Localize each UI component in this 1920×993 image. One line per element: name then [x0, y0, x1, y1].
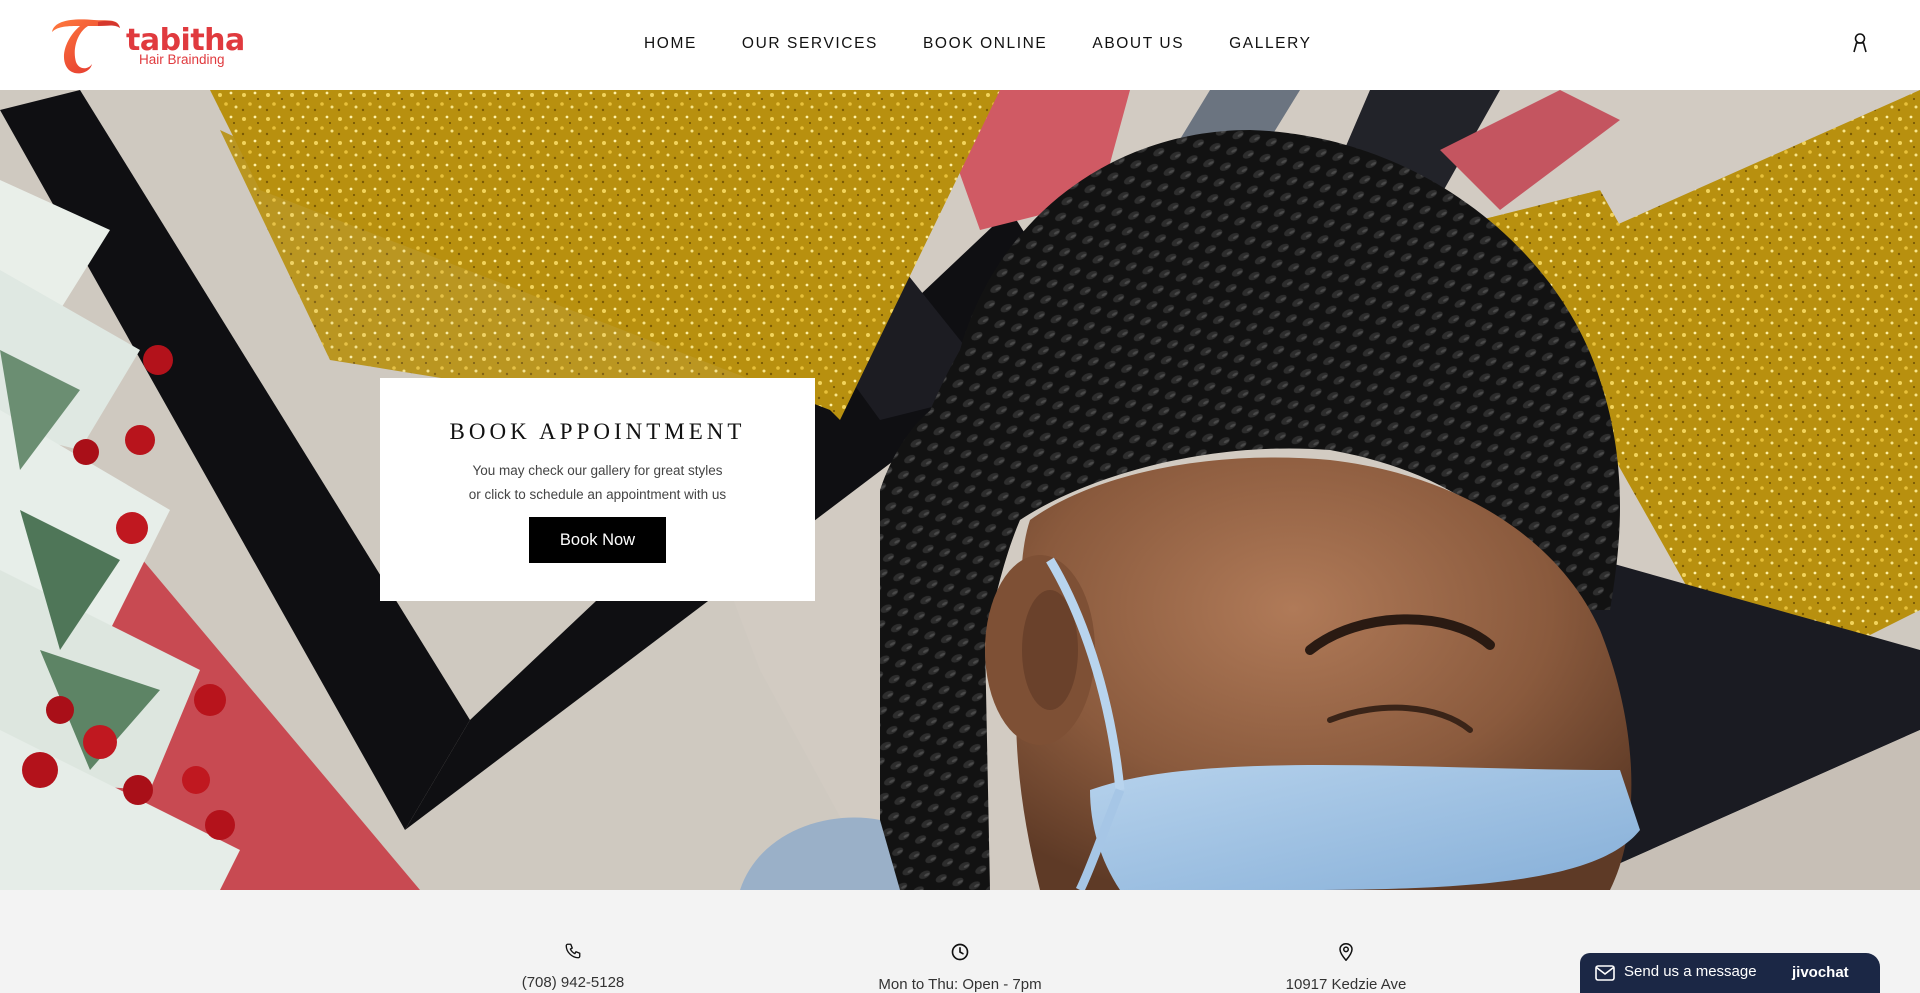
- book-appointment-description: You may check our gallery for great styl…: [380, 459, 815, 507]
- phone-icon: [473, 942, 673, 960]
- logo-tagline: Hair Brainding: [139, 52, 225, 67]
- location-pin-icon: [1246, 942, 1446, 962]
- info-address[interactable]: 10917 Kedzie Ave: [1246, 942, 1446, 993]
- nav-home[interactable]: HOME: [644, 35, 697, 53]
- nav-about-us[interactable]: ABOUT US: [1092, 35, 1184, 53]
- nav-gallery[interactable]: GALLERY: [1229, 35, 1311, 53]
- clock-icon: [860, 942, 1060, 962]
- logo-t-mark-icon: [52, 19, 120, 74]
- info-hours-text: Mon to Thu: Open - 7pm: [878, 976, 1042, 993]
- chat-brand: jivochat: [1792, 964, 1849, 981]
- site-header: tabitha Hair Brainding HOME OUR SERVICES…: [0, 0, 1920, 90]
- book-appointment-card: BOOK APPOINTMENT You may check our galle…: [380, 378, 815, 601]
- hero-image: [0, 90, 1920, 890]
- account-icon[interactable]: [1850, 32, 1870, 54]
- mail-icon: [1595, 965, 1615, 986]
- info-hours: Mon to Thu: Open - 7pm: [860, 942, 1060, 993]
- nav-book-online[interactable]: BOOK ONLINE: [923, 35, 1047, 53]
- info-phone[interactable]: (708) 942-5128: [473, 942, 673, 992]
- chat-label: Send us a message: [1624, 963, 1757, 980]
- book-appointment-title: BOOK APPOINTMENT: [449, 419, 746, 444]
- nav-our-services[interactable]: OUR SERVICES: [742, 35, 878, 53]
- main-nav: HOME OUR SERVICES BOOK ONLINE ABOUT US G…: [644, 35, 1357, 53]
- hero-section: BOOK APPOINTMENT You may check our galle…: [0, 90, 1920, 890]
- book-now-button[interactable]: Book Now: [529, 517, 666, 563]
- info-address-text: 10917 Kedzie Ave: [1285, 976, 1407, 993]
- description-line-2: or click to schedule an appointment with…: [468, 487, 727, 502]
- description-line-1: You may check our gallery for great styl…: [472, 463, 723, 478]
- tabitha-logo[interactable]: tabitha Hair Brainding: [48, 12, 248, 76]
- info-phone-text: (708) 942-5128: [521, 974, 625, 991]
- chat-widget[interactable]: Send us a message jivochat: [1580, 953, 1880, 993]
